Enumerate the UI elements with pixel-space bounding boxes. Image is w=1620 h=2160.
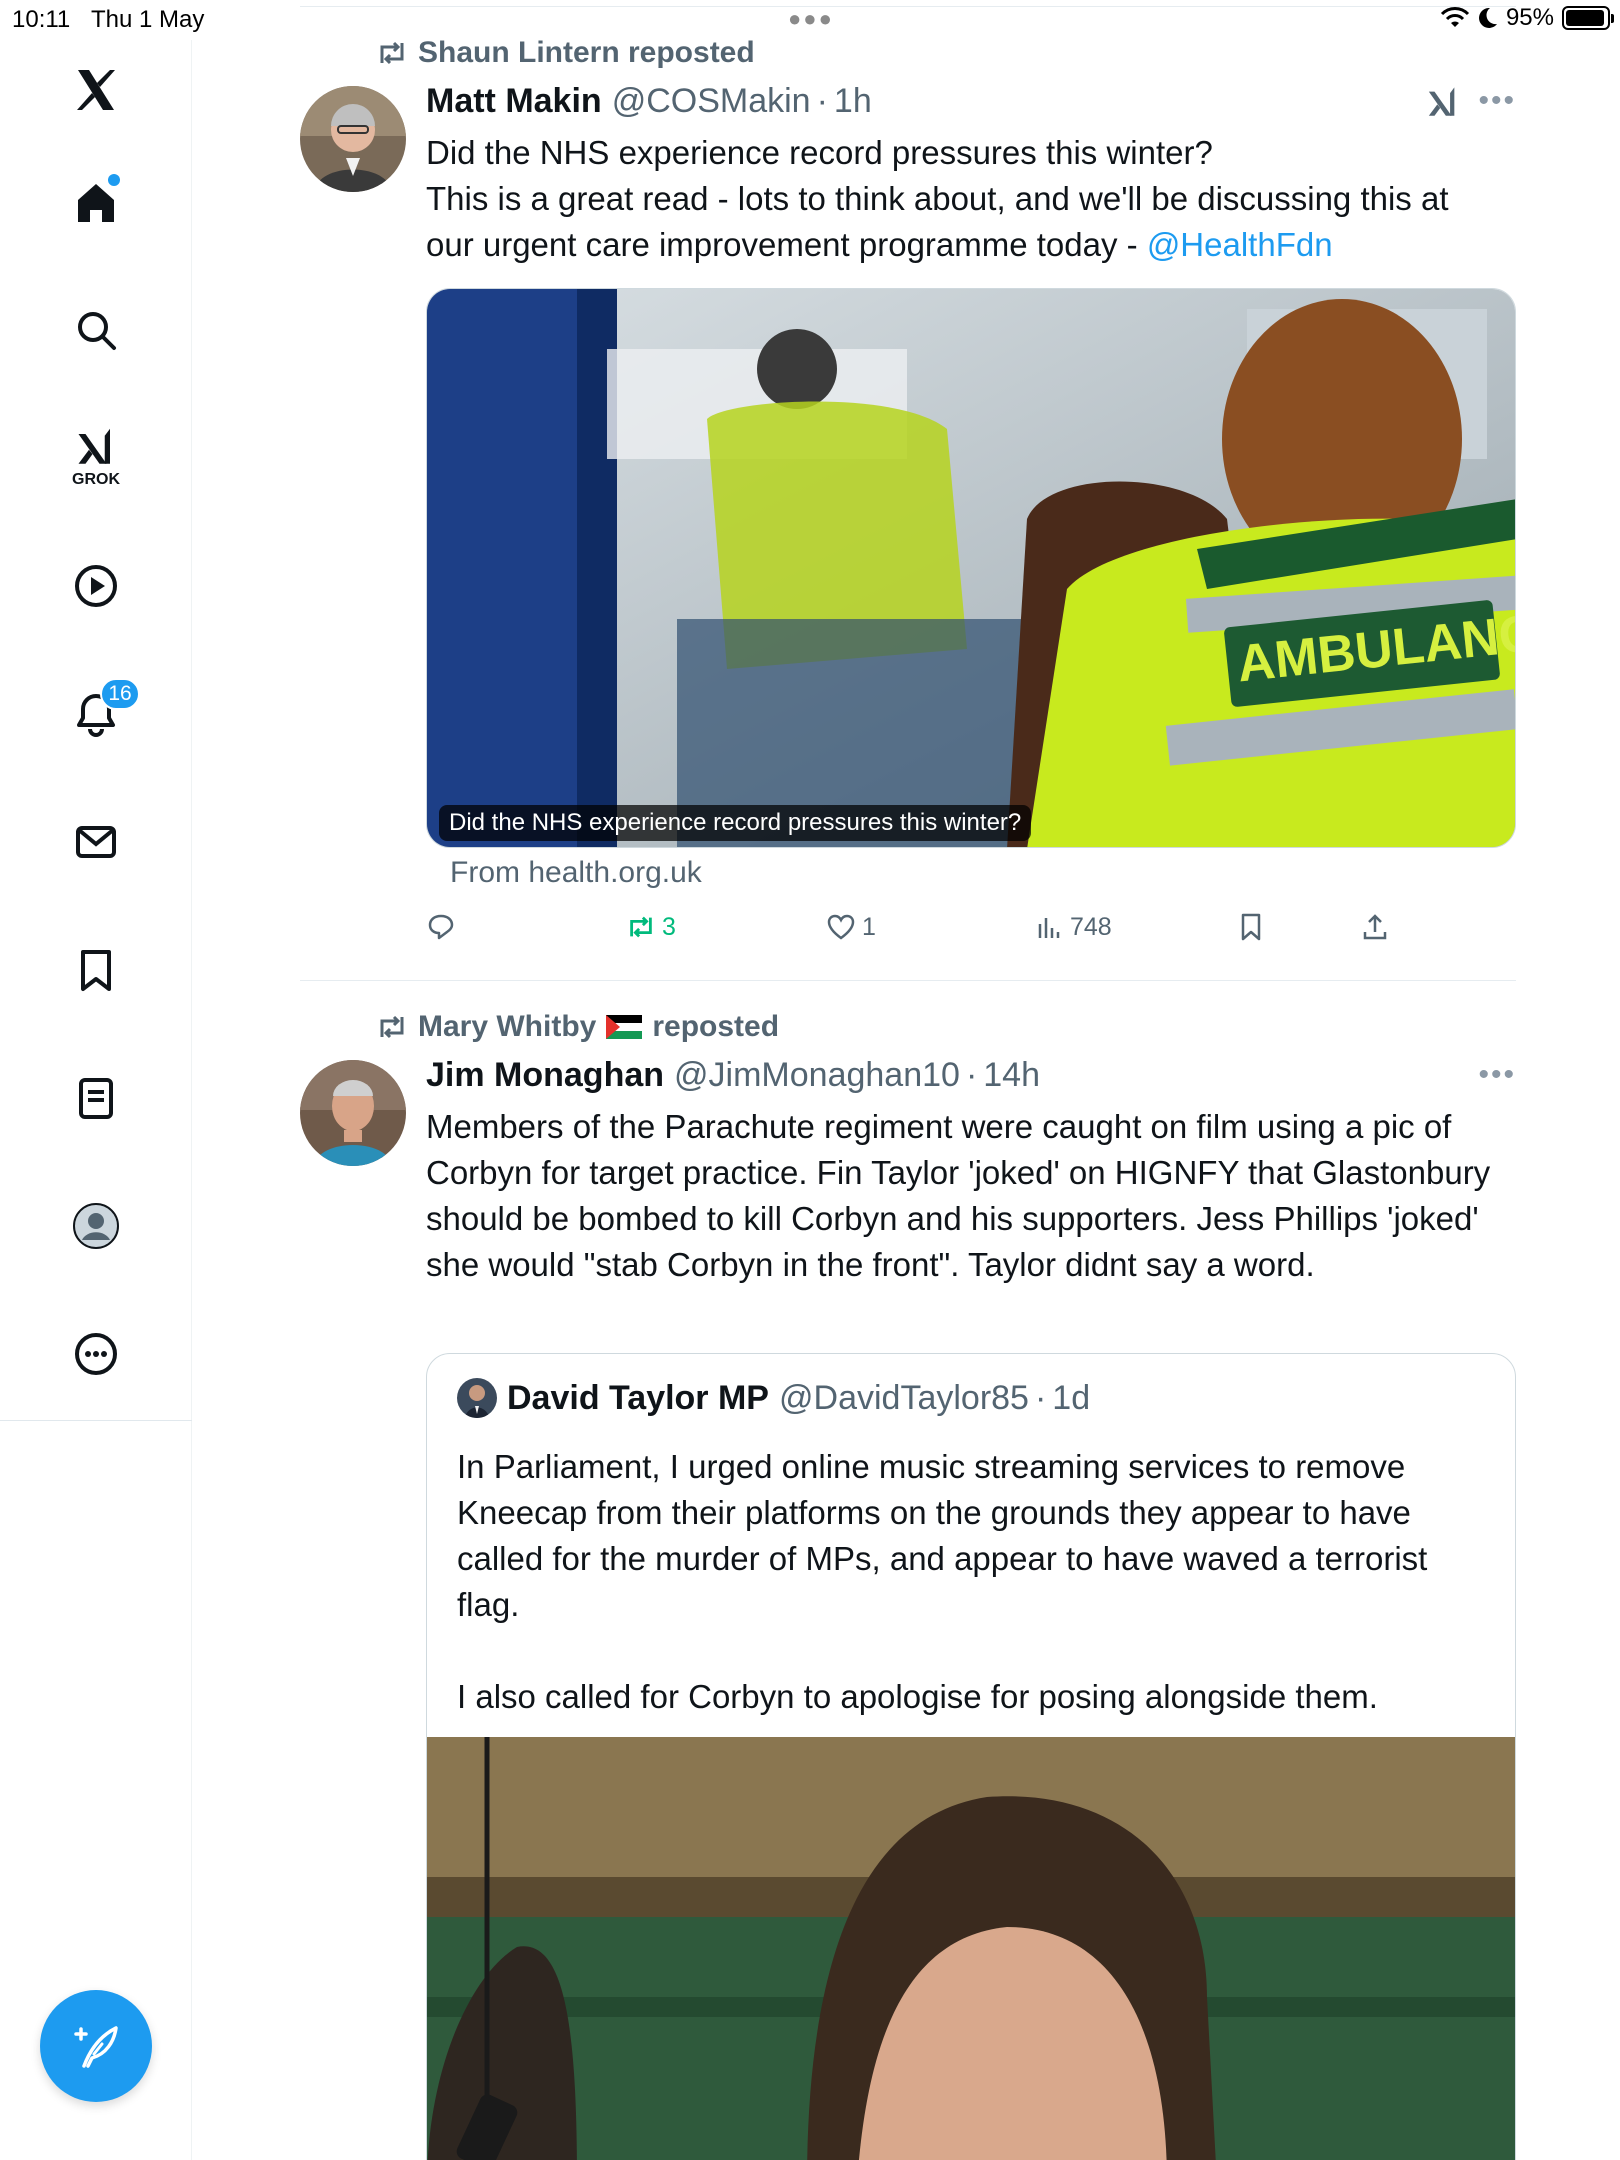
like-count: 1	[862, 912, 876, 941]
author-handle[interactable]: @JimMonaghan10	[674, 1056, 960, 1095]
bookmarks-icon[interactable]	[56, 930, 136, 1010]
quote-time[interactable]: 1d	[1052, 1379, 1090, 1418]
tweet-text-line: This is a great read - lots to think abo…	[426, 180, 1449, 217]
more-options-icon[interactable]: •••	[1478, 84, 1516, 118]
author-name[interactable]: Matt Makin	[426, 82, 602, 121]
home-unread-dot	[108, 174, 120, 186]
dot-separator: ·	[965, 1056, 978, 1094]
repost-context[interactable]: Shaun Lintern reposted	[376, 36, 755, 70]
battery-icon	[1562, 6, 1614, 30]
tweet-actions: 3 1 748	[426, 912, 1516, 952]
notifications-badge: 16	[100, 678, 140, 710]
bookmark-icon	[1241, 913, 1261, 941]
tweet-text-line: our urgent care improvement programme to…	[426, 222, 1516, 268]
avatar-matt-makin[interactable]	[300, 86, 406, 192]
views-count: 748	[1070, 912, 1112, 941]
quote-author-name[interactable]: David Taylor MP	[507, 1379, 769, 1418]
heart-icon	[827, 914, 855, 940]
feed-top-divider	[300, 6, 1516, 7]
grok-icon[interactable]: GROK	[56, 418, 136, 498]
search-icon[interactable]	[56, 290, 136, 370]
quote-author-handle[interactable]: @DavidTaylor85	[779, 1379, 1029, 1418]
home-icon[interactable]	[56, 162, 136, 242]
profile-icon[interactable]	[56, 1186, 136, 1266]
quoted-tweet[interactable]: David Taylor MP @DavidTaylor85 · 1d In P…	[426, 1353, 1516, 2160]
author-handle[interactable]: @COSMakin	[612, 82, 811, 121]
compose-feather-icon	[74, 2026, 118, 2068]
status-time: 10:11	[12, 6, 71, 33]
quote-paragraph: In Parliament, I urged online music stre…	[457, 1448, 1428, 1623]
notifications-icon[interactable]: 16	[56, 674, 140, 754]
repost-by-name: Mary Whitby	[418, 1010, 597, 1043]
tweet-text-segment: our urgent care improvement programme to…	[426, 226, 1147, 263]
share-button[interactable]	[1360, 912, 1390, 942]
battery-fill	[1566, 10, 1604, 26]
reply-button[interactable]	[426, 912, 462, 942]
link-card-image[interactable]: AMBULANCE Did the NHS experience record …	[426, 288, 1516, 848]
author-name[interactable]: Jim Monaghan	[426, 1056, 664, 1095]
repost-icon	[630, 916, 652, 938]
timeline-feed: Shaun Lintern reposted Matt Makin @COSMa…	[300, 0, 1516, 2160]
tweet-time[interactable]: 1h	[834, 82, 872, 121]
ambulance-photo: AMBULANCE	[427, 289, 1515, 847]
share-icon	[1363, 914, 1387, 940]
like-button[interactable]: 1	[826, 912, 876, 942]
dot-separator: ·	[816, 82, 828, 120]
quote-media-image[interactable]	[427, 1737, 1515, 2160]
tweet-header: Matt Makin @COSMakin · 1h	[426, 82, 872, 121]
grok-analyze-icon[interactable]	[1426, 86, 1460, 120]
avatar-david-taylor[interactable]	[457, 1378, 497, 1418]
more-options-icon[interactable]: •••	[1478, 1058, 1516, 1092]
grok-label: GROK	[72, 471, 120, 488]
tweet-time[interactable]: 14h	[983, 1056, 1040, 1095]
sidebar: GROK 16	[0, 40, 192, 2160]
lists-icon[interactable]	[56, 1058, 136, 1138]
tweet-divider	[300, 980, 1516, 981]
quote-header: David Taylor MP @DavidTaylor85 · 1d	[457, 1378, 1090, 1418]
video-icon[interactable]	[56, 546, 136, 626]
palestine-flag-icon	[606, 1015, 643, 1039]
status-date: Thu 1 May	[91, 6, 205, 33]
reply-icon	[428, 914, 454, 940]
tweet-text: Did the NHS experience record pressures …	[426, 130, 1516, 268]
repost-icon	[380, 1015, 404, 1039]
quote-paragraph: I also called for Corbyn to apologise fo…	[457, 1678, 1378, 1715]
bookmark-button[interactable]	[1236, 912, 1266, 942]
avatar-jim-monaghan[interactable]	[300, 1060, 406, 1166]
views-icon	[1038, 918, 1060, 938]
compose-button[interactable]	[40, 1990, 152, 2102]
dot-separator: ·	[1034, 1378, 1047, 1417]
tweet-header: Jim Monaghan @JimMonaghan10 · 14h	[426, 1056, 1040, 1095]
x-logo-icon[interactable]	[56, 50, 136, 130]
more-icon[interactable]	[56, 1314, 136, 1394]
repost-button[interactable]: 3	[626, 912, 676, 942]
tweet-text: Members of the Parachute regiment were c…	[426, 1108, 1491, 1283]
link-card-title: Did the NHS experience record pressures …	[439, 805, 1032, 841]
sidebar-divider	[0, 1420, 192, 1421]
repost-icon	[380, 41, 404, 65]
quote-text: In Parliament, I urged online music stre…	[457, 1444, 1487, 1720]
messages-icon[interactable]	[56, 802, 136, 882]
mention-link[interactable]: @HealthFdn	[1147, 226, 1333, 263]
repost-context[interactable]: Mary Whitby reposted	[376, 1010, 779, 1044]
parliament-photo	[427, 1737, 1515, 2160]
repost-by: Shaun Lintern reposted	[418, 36, 755, 69]
repost-by-suffix: reposted	[652, 1010, 780, 1043]
link-source[interactable]: From health.org.uk	[450, 856, 702, 890]
repost-count: 3	[662, 912, 676, 941]
tweet-text-line: Did the NHS experience record pressures …	[426, 134, 1213, 171]
views-button[interactable]: 748	[1034, 912, 1112, 942]
